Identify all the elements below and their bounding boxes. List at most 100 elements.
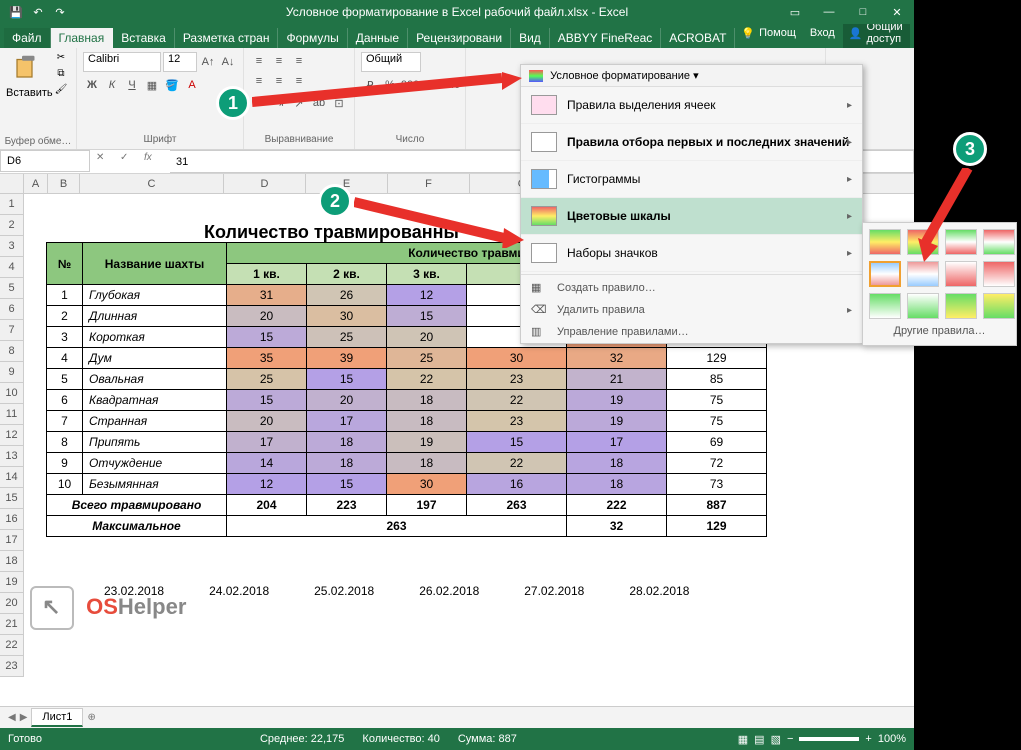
cut-icon[interactable]: ✂ [52,52,70,66]
formulas-tab[interactable]: Формулы [278,28,347,48]
col-header[interactable]: C [80,174,224,193]
manage-rules[interactable]: ▥Управление правилами… [521,321,862,343]
top-bottom-rules[interactable]: Правила отбора первых и последних значен… [521,124,862,161]
review-tab[interactable]: Рецензировани [408,28,511,48]
acrobat-tab[interactable]: ACROBAT [661,28,735,48]
view-layout-icon[interactable]: ▤ [754,733,764,746]
bold-icon[interactable]: Ж [83,76,101,94]
number-label: Число [361,134,459,145]
zoom-in-icon[interactable]: + [865,733,871,745]
minimize-button[interactable]: — [812,0,846,24]
data-bars[interactable]: Гистограммы ▸ [521,161,862,198]
row-header[interactable]: 19 [0,572,24,593]
italic-icon[interactable]: К [103,76,121,94]
close-button[interactable]: ✕ [880,0,914,24]
row-header[interactable]: 15 [0,488,24,509]
scale-bwr[interactable] [869,261,901,287]
scale-wr[interactable] [945,261,977,287]
underline-icon[interactable]: Ч [123,76,141,94]
scale-gy[interactable] [945,293,977,319]
row-header[interactable]: 22 [0,635,24,656]
number-format-select[interactable]: Общий [361,52,421,72]
row-header[interactable]: 16 [0,509,24,530]
insert-tab[interactable]: Вставка [113,28,175,48]
view-tab[interactable]: Вид [511,28,550,48]
save-icon[interactable]: 💾 [6,2,26,22]
paste-button[interactable]: Вставить [6,52,48,99]
ribbon-options-icon[interactable]: ▭ [778,0,812,24]
font-size-select[interactable]: 12 [163,52,197,72]
row-header[interactable]: 14 [0,467,24,488]
scale-wg[interactable] [907,293,939,319]
increase-font-icon[interactable]: A↑ [199,53,217,71]
view-normal-icon[interactable]: ▦ [738,733,748,746]
row-header[interactable]: 5 [0,278,24,299]
col-header[interactable]: A [24,174,48,193]
row-header[interactable]: 12 [0,425,24,446]
abbyy-tab[interactable]: ABBYY FineReac [550,28,662,48]
undo-icon[interactable]: ↶ [28,2,48,22]
row-header[interactable]: 7 [0,320,24,341]
decrease-font-icon[interactable]: A↓ [219,53,237,71]
sheet-tab[interactable]: Лист1 [31,708,83,727]
zoom-level[interactable]: 100% [878,733,906,745]
scale-rw[interactable] [983,261,1015,287]
file-tab[interactable]: Файл [4,28,51,48]
row-header[interactable]: 11 [0,404,24,425]
copy-icon[interactable]: ⧉ [52,68,70,82]
row-header[interactable]: 10 [0,383,24,404]
home-tab[interactable]: Главная [51,28,114,48]
align-bottom-icon[interactable]: ≡ [290,52,308,70]
fill-color-icon[interactable]: 🪣 [163,76,181,94]
new-rule[interactable]: ▦Создать правило… [521,277,862,299]
align-middle-icon[interactable]: ≡ [270,52,288,70]
row-header[interactable]: 20 [0,593,24,614]
highlight-cells-rules[interactable]: Правила выделения ячеек ▸ [521,87,862,124]
font-family-select[interactable]: Calibri [83,52,161,72]
align-top-icon[interactable]: ≡ [250,52,268,70]
redo-icon[interactable]: ↷ [50,2,70,22]
icon-sets[interactable]: Наборы значков ▸ [521,235,862,272]
next-sheet-icon[interactable]: ▶ [20,712,28,723]
row-header[interactable]: 18 [0,551,24,572]
row-header[interactable]: 8 [0,341,24,362]
scale-yg[interactable] [983,293,1015,319]
col-header[interactable]: B [48,174,80,193]
row-header[interactable]: 23 [0,656,24,677]
scale-gw[interactable] [869,293,901,319]
row-header[interactable]: 4 [0,257,24,278]
zoom-slider[interactable] [799,737,859,741]
row-header[interactable]: 3 [0,236,24,257]
more-rules[interactable]: Другие правила… [869,319,1010,339]
row-header[interactable]: 2 [0,215,24,236]
col-header[interactable]: D [224,174,306,193]
scale-rwb[interactable] [907,261,939,287]
cancel-formula-icon[interactable]: ✕ [96,152,116,172]
enter-formula-icon[interactable]: ✓ [120,152,140,172]
row-header[interactable]: 6 [0,299,24,320]
view-break-icon[interactable]: ▧ [771,733,781,746]
new-sheet-icon[interactable]: ⊕ [87,712,95,723]
row-header[interactable]: 9 [0,362,24,383]
row-header[interactable]: 21 [0,614,24,635]
row-header[interactable]: 17 [0,530,24,551]
scale-gyr[interactable] [869,229,901,255]
row-header[interactable]: 13 [0,446,24,467]
cond-format-button[interactable]: Условное форматирование ▾ [521,65,862,87]
scale-rwg[interactable] [983,229,1015,255]
format-painter-icon[interactable]: 🖌 [52,84,70,98]
col-header[interactable]: F [388,174,470,193]
layout-tab[interactable]: Разметка стран [175,28,279,48]
border-icon[interactable]: ▦ [143,76,161,94]
zoom-out-icon[interactable]: − [787,733,793,745]
font-color-icon[interactable]: A [183,76,201,94]
color-scales[interactable]: Цветовые шкалы ▸ [521,198,862,235]
row-header[interactable]: 1 [0,194,24,215]
clear-rules[interactable]: ⌫Удалить правила▸ [521,299,862,321]
select-all[interactable] [0,174,24,193]
maximize-button[interactable]: □ [846,0,880,24]
fx-icon[interactable]: fx [144,152,164,172]
name-box[interactable]: D6 [0,150,90,172]
prev-sheet-icon[interactable]: ◀ [8,712,16,723]
data-tab[interactable]: Данные [348,28,408,48]
